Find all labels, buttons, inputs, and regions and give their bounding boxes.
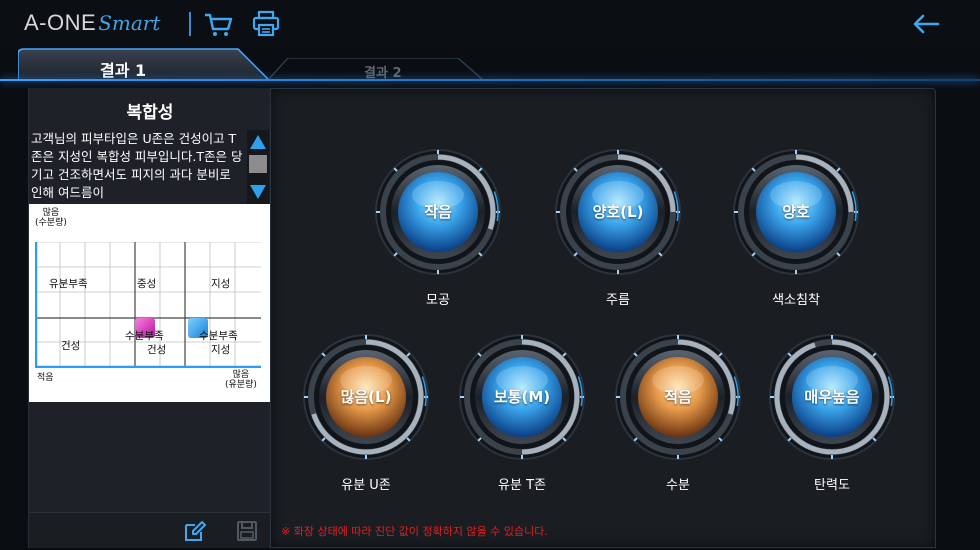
cell-label-normal: 중성 xyxy=(137,278,157,290)
printer-icon[interactable] xyxy=(250,9,282,39)
x-axis-min-label: 적음 xyxy=(37,373,54,383)
gauge-5[interactable]: 보통(M) xyxy=(457,332,587,462)
x-axis-max-label: 많음 (유분량) xyxy=(225,370,257,390)
skin-type-description: 고객님의 피부타입은 U존은 건성이고 T존은 지성인 복합성 피부입니다.T존… xyxy=(31,131,243,200)
header-divider xyxy=(189,12,191,36)
gauge-7[interactable]: 매우높음 xyxy=(767,332,897,462)
description-scrollbar[interactable] xyxy=(247,130,269,204)
skin-type-title: 복합성 xyxy=(126,103,174,123)
cell-label-dehydrated-dry: 건성 xyxy=(147,344,167,356)
gauge-label: 색소침착 xyxy=(772,293,820,308)
gauge-4[interactable]: 많음(L) xyxy=(301,332,431,462)
gauge-1[interactable]: 작음 xyxy=(373,147,503,277)
gauge-value: 작음 xyxy=(424,203,452,221)
skin-type-panel: 복합성 고객님의 피부타입은 U존은 건성이고 T존은 지성인 복합성 피부입니… xyxy=(28,88,271,548)
gauge-label: 모공 xyxy=(426,293,450,308)
tab-result-1-label: 결과 1 xyxy=(100,61,147,80)
gauge-label: 탄력도 xyxy=(814,478,850,493)
cell-label-dehydrated-oily: 지성 xyxy=(211,344,231,356)
diagnosis-notice: ※ 화장 상태에 따라 진단 값이 정확하지 않을 수 있습니다. xyxy=(281,525,548,538)
brand-logo: A-ONE Smart xyxy=(24,10,160,36)
cell-label-oil-deficient: 유분부족 xyxy=(49,278,88,290)
cell-label-oily: 지성 xyxy=(211,278,231,290)
gauge-label: 수분 xyxy=(666,478,690,493)
gauge-value: 양호(L) xyxy=(592,203,644,221)
x-axis-max-line1: 많음 xyxy=(232,370,250,380)
gauge-2[interactable]: 양호(L) xyxy=(553,147,683,277)
tab-underline xyxy=(0,79,980,81)
scroll-up-icon[interactable] xyxy=(248,132,268,152)
y-axis-label: 많음 (수분량) xyxy=(35,208,67,228)
y-axis-label-line2: (수분량) xyxy=(35,218,67,228)
gauge-label: 유분 T존 xyxy=(498,478,546,493)
gauge-value: 양호 xyxy=(782,203,810,221)
gauge-value: 보통(M) xyxy=(493,388,551,406)
cell-label-dry: 건성 xyxy=(61,340,81,352)
brand-script: Smart xyxy=(98,11,161,35)
back-arrow-icon[interactable] xyxy=(910,10,942,38)
save-icon[interactable] xyxy=(235,519,259,543)
scroll-thumb[interactable] xyxy=(249,155,267,173)
top-bar: A-ONE Smart xyxy=(0,0,980,48)
gauge-3[interactable]: 양호 xyxy=(731,147,861,277)
gauge-6[interactable]: 적음 xyxy=(613,332,743,462)
brand-name: A-ONE xyxy=(24,10,97,35)
panel-footer xyxy=(29,512,271,548)
skin-type-chart: 많음 (수분량) 유분부족 중성 지성 건성 수분부족 건성 수분부족 지성 적… xyxy=(29,204,271,402)
gauge-value: 적음 xyxy=(664,388,692,406)
gauge-label: 주름 xyxy=(606,293,630,308)
results-panel: ※ 화장 상태에 따라 진단 값이 정확하지 않을 수 있습니다. 작음모공 양호… xyxy=(270,88,936,548)
gauge-value: 많음(L) xyxy=(340,388,392,406)
cell-label-dehydrated-2: 수분부족 xyxy=(199,330,238,342)
cell-label-dehydrated-1: 수분부족 xyxy=(125,330,164,342)
cart-icon[interactable] xyxy=(202,9,234,39)
edit-icon[interactable] xyxy=(183,519,207,543)
x-axis-max-line2: (유분량) xyxy=(225,380,257,390)
scroll-down-icon[interactable] xyxy=(248,182,268,202)
y-axis-label-line1: 많음 xyxy=(42,208,60,218)
gauge-label: 유분 U존 xyxy=(341,478,391,493)
gauge-value: 매우높음 xyxy=(804,388,860,406)
